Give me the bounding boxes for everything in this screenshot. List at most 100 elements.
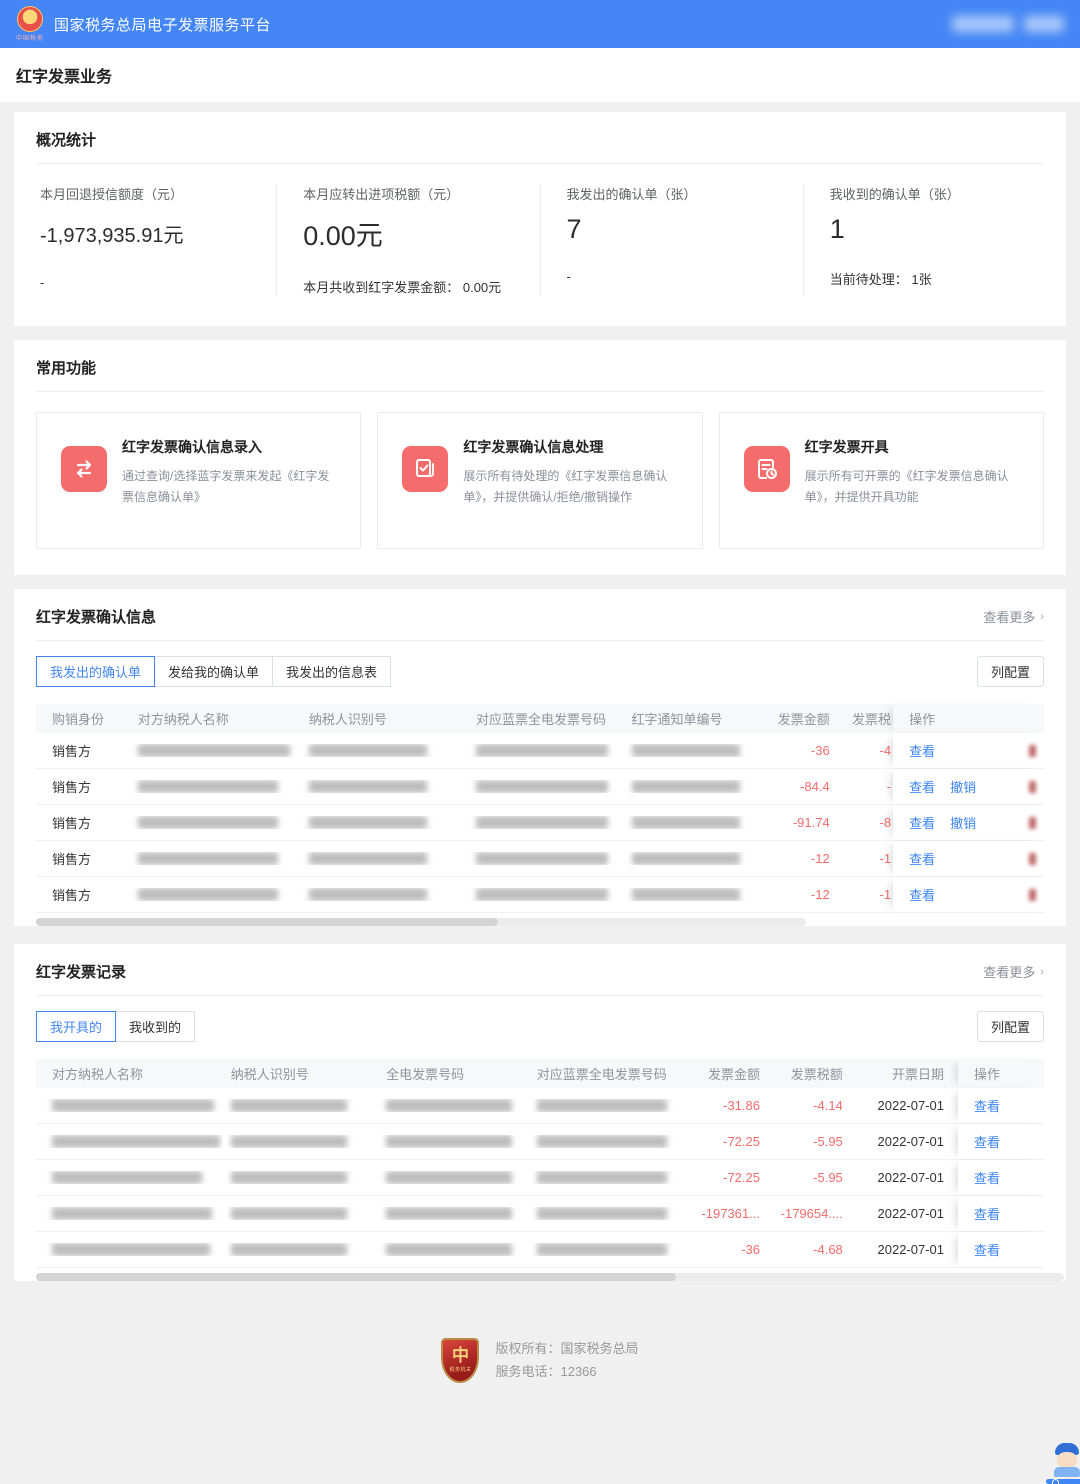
stats-card: 概况统计 本月回退授信额度（元） -1,973,935.91元 - 本月应转出进… (14, 112, 1066, 326)
function-title: 红字发票确认信息处理 (463, 437, 685, 457)
redacted-taxno (231, 1135, 347, 1148)
confirm-table-header: 购销身份 对方纳税人名称 纳税人识别号 对应蓝票全电发票号码 红字通知单编号 发… (36, 704, 1044, 733)
redacted-taxno (231, 1099, 347, 1112)
service-phone-line: 服务电话：12366 (495, 1360, 638, 1383)
redacted-name (138, 852, 278, 865)
chevron-right-icon: › (1040, 611, 1044, 623)
redacted-invoice-no (386, 1099, 512, 1112)
redacted-taxno (231, 1243, 347, 1256)
confirm-section-title: 红字发票确认信息 (36, 606, 156, 627)
redacted-notice-no (632, 888, 740, 901)
view-link[interactable]: 查看 (909, 741, 935, 760)
redacted-notice-no (632, 852, 740, 865)
table-row: -72.25 -5.95 2022-07-01 查看 (36, 1124, 1044, 1160)
redacted-blue-invoice-no (537, 1243, 667, 1256)
redacted-name (138, 888, 278, 901)
view-link[interactable]: 查看 (909, 885, 935, 904)
clipped-status (1029, 817, 1036, 829)
tab-sent-info-forms[interactable]: 我发出的信息表 (272, 656, 391, 687)
page-title-bar: 红字发票业务 (0, 48, 1080, 102)
function-card-issue[interactable]: 红字发票开具 展示所有可开票的《红字发票信息确认单》，并提供开具功能 (719, 412, 1044, 549)
table-row: -197361... -179654.... 2022-07-01 查看 (36, 1196, 1044, 1232)
headset-icon (1052, 1479, 1059, 1484)
function-desc: 展示所有待处理的《红字发票信息确认单》，并提供确认/拒绝/撤销操作 (463, 466, 685, 508)
redacted-taxno (309, 816, 427, 829)
confirm-view-more-link[interactable]: 查看更多 › (983, 607, 1044, 626)
tab-sent-confirmations[interactable]: 我发出的确认单 (36, 656, 155, 687)
redacted-taxno (231, 1171, 347, 1184)
view-link[interactable]: 查看 (974, 1240, 1000, 1259)
stat-received-confirmations: 我收到的确认单（张） 1 当前待处理： 1张 (803, 184, 1066, 296)
redacted-name (138, 744, 290, 757)
view-link[interactable]: 查看 (974, 1204, 1000, 1223)
view-link[interactable]: 查看 (909, 849, 935, 868)
view-link[interactable]: 查看 (909, 777, 935, 796)
table-row: 销售方 -84.4 - 查看 撤销 (36, 769, 1044, 805)
records-table-header: 对方纳税人名称 纳税人识别号 全电发票号码 对应蓝票全电发票号码 发票金额 发票… (36, 1059, 1044, 1088)
assistant-mascot-icon[interactable] (1052, 1443, 1080, 1477)
assistant-widget[interactable] (1046, 1443, 1080, 1484)
table-row: 销售方 -12 -1 查看 (36, 877, 1044, 913)
invoice-date: 2022-07-01 (851, 1242, 958, 1257)
redacted-invoice-no (476, 852, 608, 865)
tab-received-confirmations[interactable]: 发给我的确认单 (154, 656, 273, 687)
redacted-invoice-no (476, 816, 608, 829)
table-row: 销售方 -91.74 -8 查看 撤销 (36, 805, 1044, 841)
redacted-name (52, 1171, 202, 1184)
emblem-icon (17, 6, 43, 32)
app-header: 中国税务 国家税务总局电子发票服务平台 (0, 0, 1080, 48)
redacted-taxno (309, 888, 427, 901)
confirm-column-config-button[interactable]: 列配置 (977, 656, 1044, 687)
revoke-link[interactable]: 撤销 (950, 777, 976, 796)
invoice-date: 2022-07-01 (851, 1206, 958, 1221)
tab-issued-by-me[interactable]: 我开具的 (36, 1011, 116, 1042)
redacted-taxno (231, 1207, 347, 1220)
clipped-status (1029, 781, 1036, 793)
confirm-table-hscrollbar[interactable] (36, 918, 1044, 926)
redacted-invoice-no (386, 1135, 512, 1148)
records-section-title: 红字发票记录 (36, 961, 126, 982)
user-info-blurred[interactable] (952, 16, 1064, 32)
table-row: -72.25 -5.95 2022-07-01 查看 (36, 1160, 1044, 1196)
clipped-status (1029, 889, 1036, 901)
redacted-taxno (309, 852, 427, 865)
redacted-name (138, 780, 278, 793)
functions-card: 常用功能 红字发票确认信息录入 通过查询/选择蓝字发票来发起《红字发票信息确认单… (14, 340, 1066, 575)
view-link[interactable]: 查看 (974, 1132, 1000, 1151)
table-row: -36 -4.68 2022-07-01 查看 (36, 1232, 1044, 1268)
redacted-invoice-no (386, 1243, 512, 1256)
redacted-blue-invoice-no (537, 1135, 667, 1148)
records-view-more-link[interactable]: 查看更多 › (983, 962, 1044, 981)
function-card-entry[interactable]: 红字发票确认信息录入 通过查询/选择蓝字发票来发起《红字发票信息确认单》 (36, 412, 361, 549)
redacted-invoice-no (476, 780, 608, 793)
records-column-config-button[interactable]: 列配置 (977, 1011, 1044, 1042)
revoke-link[interactable]: 撤销 (950, 813, 976, 832)
redacted-invoice-no (386, 1171, 512, 1184)
redacted-taxno (309, 780, 427, 793)
redacted-name (52, 1135, 220, 1148)
copyright-line: 版权所有：国家税务总局 (495, 1337, 638, 1360)
assistant-badge[interactable] (1046, 1479, 1080, 1484)
redacted-name (52, 1207, 212, 1220)
invoice-date: 2022-07-01 (851, 1098, 958, 1113)
redacted-blue-invoice-no (537, 1099, 667, 1112)
records-table-hscrollbar[interactable] (36, 1273, 1044, 1281)
stat-credit-refund: 本月回退授信额度（元） -1,973,935.91元 - (14, 184, 276, 296)
view-link[interactable]: 查看 (974, 1096, 1000, 1115)
function-card-process[interactable]: 红字发票确认信息处理 展示所有待处理的《红字发票信息确认单》，并提供确认/拒绝/… (377, 412, 702, 549)
function-desc: 展示所有可开票的《红字发票信息确认单》，并提供开具功能 (805, 466, 1027, 508)
tab-received-by-me[interactable]: 我收到的 (115, 1011, 195, 1042)
table-row: 销售方 -36 -4 查看 (36, 733, 1044, 769)
invoice-date: 2022-07-01 (851, 1134, 958, 1149)
document-clock-icon (744, 446, 790, 492)
table-row: -31.86 -4.14 2022-07-01 查看 (36, 1088, 1044, 1124)
view-link[interactable]: 查看 (909, 813, 935, 832)
confirm-tabs-row: 我发出的确认单 发给我的确认单 我发出的信息表 列配置 (14, 641, 1066, 704)
scrollbar-thumb[interactable] (36, 1273, 676, 1281)
scrollbar-thumb[interactable] (36, 918, 498, 926)
view-link[interactable]: 查看 (974, 1168, 1000, 1187)
functions-row: 红字发票确认信息录入 通过查询/选择蓝字发票来发起《红字发票信息确认单》 红字发… (14, 392, 1066, 575)
app-title: 国家税务总局电子发票服务平台 (54, 14, 271, 35)
redacted-notice-no (632, 744, 740, 757)
user-menu-blur (1024, 16, 1064, 32)
